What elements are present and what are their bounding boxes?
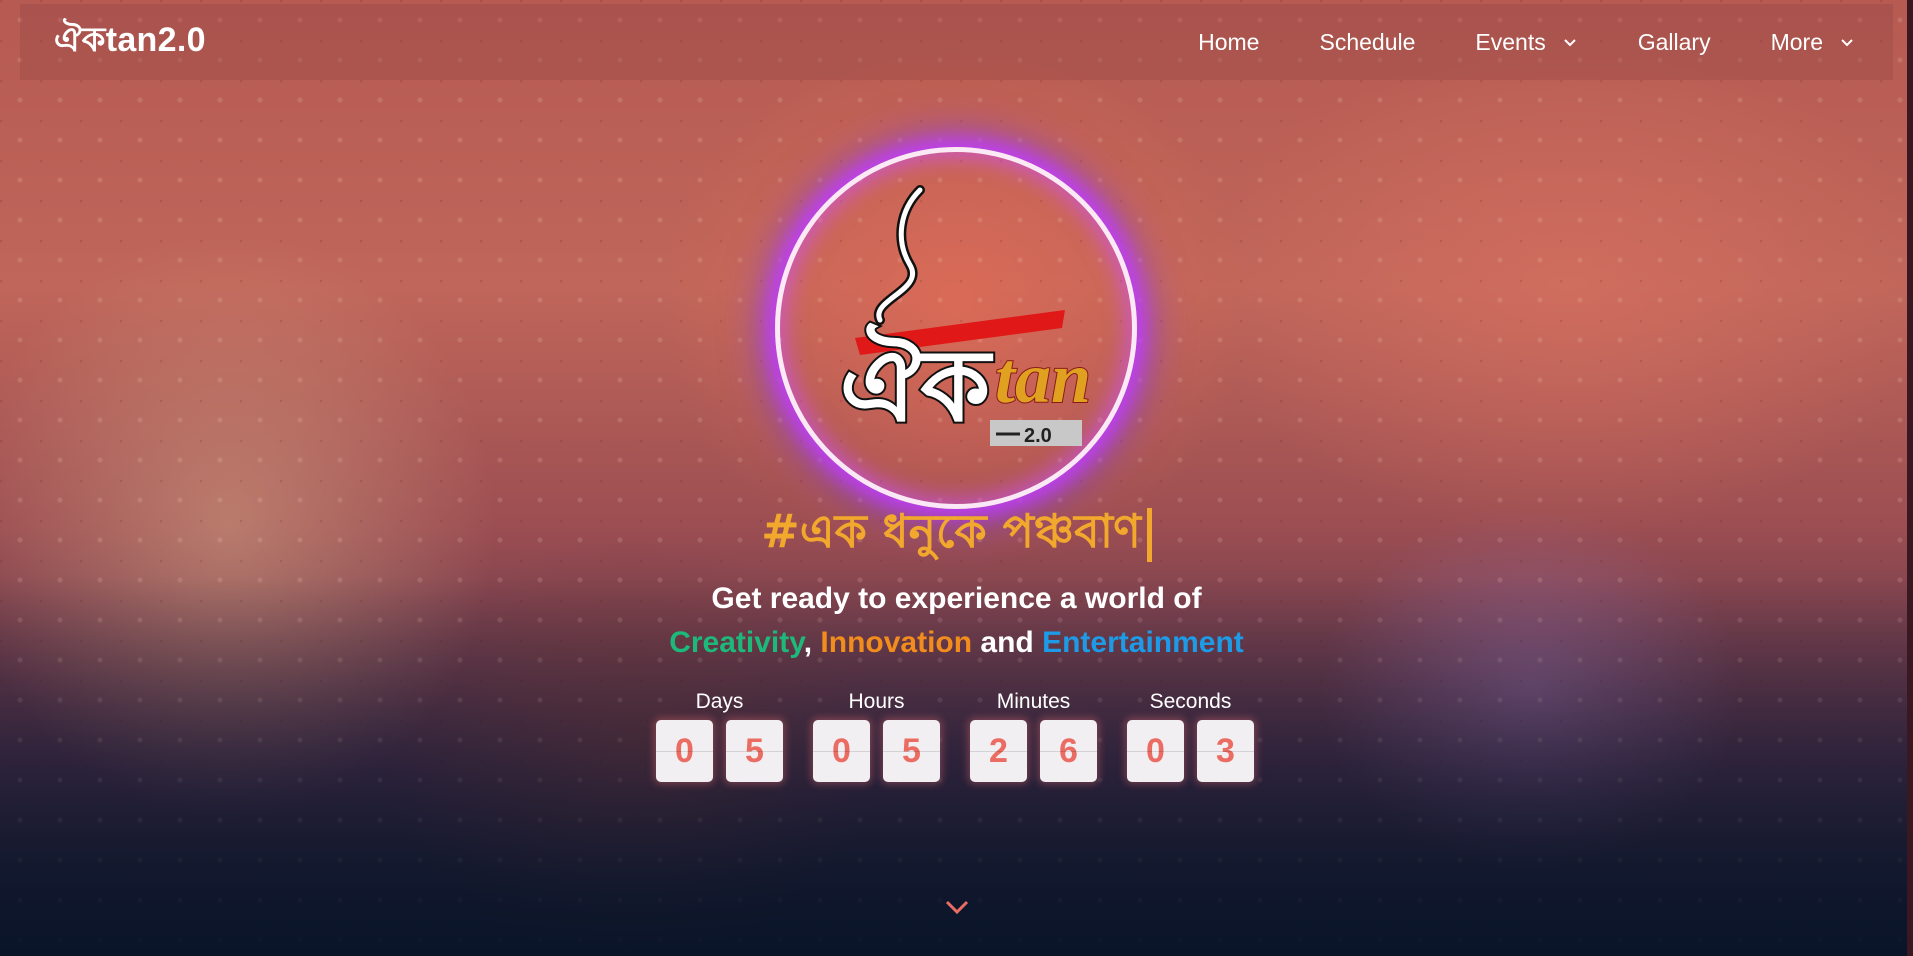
- countdown-digit: 0: [1127, 720, 1184, 782]
- brand-logo-link[interactable]: ঐকtan2.0: [54, 14, 206, 71]
- countdown-label: Minutes: [996, 690, 1071, 713]
- typing-caret: [1146, 507, 1152, 562]
- logo-script-text: ঐক: [840, 323, 993, 444]
- highlight-creativity: Creativity: [669, 626, 804, 659]
- countdown-digit: 0: [656, 720, 713, 782]
- chevron-down-icon: [1839, 36, 1855, 48]
- countdown-digit: 5: [883, 720, 940, 782]
- nav-item-gallary[interactable]: Gallary: [1638, 29, 1711, 56]
- countdown-digit: 2: [970, 720, 1027, 782]
- hashtag-text: #এক ধনুকে পঞ্চবাণ: [761, 504, 1141, 558]
- comma-text: ,: [803, 626, 813, 659]
- nav-item-label: More: [1770, 28, 1823, 55]
- highlight-innovation: Innovation: [820, 626, 973, 659]
- countdown-digit: 5: [726, 720, 783, 782]
- countdown-seconds: Seconds 0 3: [1127, 688, 1254, 782]
- countdown-label: Days: [695, 690, 744, 713]
- page-edge: [1907, 0, 1913, 956]
- nav-item-more[interactable]: More: [1771, 29, 1855, 56]
- digit-group: 0 5: [813, 720, 940, 782]
- countdown-digit: 6: [1040, 720, 1097, 782]
- chevron-down-icon: [1562, 36, 1578, 48]
- countdown-label: Hours: [848, 690, 905, 713]
- digit-group: 0 3: [1127, 720, 1254, 782]
- hero-intro-line2: Creativity, Innovation and Entertainment: [0, 626, 1913, 660]
- nav-item-label: Events: [1475, 28, 1546, 55]
- countdown-timer: Days 0 5 Hours 0 5 Minutes 2 6 Seconds 0…: [656, 688, 1254, 782]
- logo-latin-text: tan: [995, 338, 1091, 418]
- chevron-down-icon: [945, 900, 969, 915]
- highlight-entertainment: Entertainment: [1042, 626, 1244, 659]
- nav-item-label: Schedule: [1319, 28, 1416, 55]
- navbar: ঐকtan2.0 Home Schedule Events Gallary Mo…: [20, 4, 1893, 80]
- nav-item-home[interactable]: Home: [1198, 29, 1259, 56]
- nav-item-label: Home: [1198, 28, 1260, 55]
- hero-intro-line1: Get ready to experience a world of: [711, 582, 1202, 615]
- nav-item-events[interactable]: Events: [1475, 29, 1577, 56]
- nav-menu: Home Schedule Events Gallary More: [1138, 29, 1855, 56]
- digit-group: 0 5: [656, 720, 783, 782]
- nav-item-schedule[interactable]: Schedule: [1319, 29, 1415, 56]
- digit-group: 2 6: [970, 720, 1097, 782]
- countdown-digit: 3: [1197, 720, 1254, 782]
- countdown-hours: Hours 0 5: [813, 688, 940, 782]
- logo-version-text: 2.0: [1024, 425, 1052, 447]
- event-logo: ঐক tan 2.0: [838, 185, 1092, 447]
- scroll-down-button[interactable]: [944, 898, 970, 916]
- nav-item-label: Gallary: [1637, 28, 1711, 55]
- countdown-digit: 0: [813, 720, 870, 782]
- and-text: and: [980, 626, 1034, 659]
- countdown-label: Seconds: [1149, 690, 1232, 713]
- countdown-minutes: Minutes 2 6: [970, 688, 1097, 782]
- countdown-days: Days 0 5: [656, 688, 783, 782]
- hero-hashtag: #এক ধনুকে পঞ্চবাণ: [0, 497, 1913, 573]
